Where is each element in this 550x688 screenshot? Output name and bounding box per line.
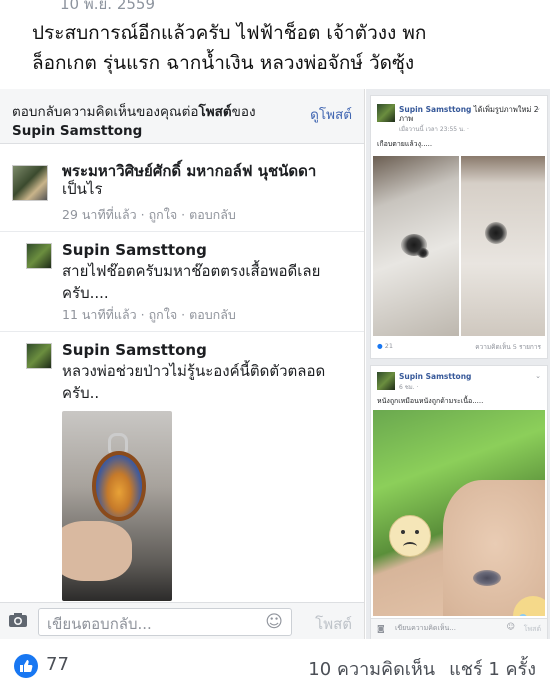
post-photo[interactable] (373, 410, 545, 616)
comment-text-line-1: สายไฟช๊อตครับมหาช๊อตตรงเสื้อพอดีเลย (62, 262, 321, 280)
camera-icon[interactable] (8, 612, 28, 628)
divider (0, 331, 364, 332)
avatar[interactable] (377, 372, 395, 390)
amulet-photo[interactable] (62, 411, 172, 601)
camera-icon[interactable]: ◙ (377, 624, 385, 633)
chevron-down-icon[interactable]: ⌄ (535, 104, 541, 112)
like-count[interactable]: 77 (46, 654, 69, 675)
comments-count[interactable]: 10 ความคิดเห็น (308, 659, 435, 680)
reaction-count[interactable]: ● 21 (377, 342, 393, 350)
like-icon[interactable] (14, 654, 38, 678)
burn-mark (485, 222, 507, 244)
comment-input[interactable]: เขียนความคิดเห็น... (395, 623, 456, 634)
reply-header-name: Supin Samsttong (12, 123, 143, 139)
post-time: เมื่อวานนี้ เวลา 23:55 น. · (399, 126, 469, 133)
reply-thread-screenshot: ตอบกลับความคิดเห็นของคุณต่อโพสต์ของ Supi… (0, 89, 365, 639)
avatar[interactable] (26, 343, 52, 369)
reply-header-text: ตอบกลับความคิดเห็นของคุณต่อโพสต์ของ Supi… (12, 104, 256, 139)
comment-composer: ◙ เขียนความคิดเห็น... ☺ โพสต์ (371, 618, 547, 639)
post-caption: ประสบการณ์อีกแล้วครับ ไฟฟ้าช็อต เจ้าตัวง… (32, 18, 532, 78)
avatar[interactable] (12, 165, 48, 201)
emoji-icon[interactable]: ☺ (507, 622, 515, 631)
top-cut-date: 10 พ.ย. 2559 (60, 0, 156, 13)
post-text: เกือบตายแล้วงุ..... (377, 140, 433, 148)
post-button[interactable]: โพสต์ (524, 624, 541, 635)
view-post-link[interactable]: ดูโพสต์ (310, 103, 352, 125)
reply-link[interactable]: ตอบกลับ (189, 207, 236, 222)
avatar[interactable] (377, 104, 395, 122)
chevron-down-icon[interactable]: ⌄ (535, 372, 541, 380)
reply-header: ตอบกลับความคิดเห็นของคุณต่อโพสต์ของ Supi… (0, 89, 364, 144)
post-stats: 10 ความคิดเห็น แชร์ 1 ครั้ง (294, 654, 536, 683)
engagement-bar: 77 10 ความคิดเห็น แชร์ 1 ครั้ง (0, 640, 550, 688)
bruise-mark (473, 570, 501, 586)
comment-count[interactable]: ความคิดเห็น 5 รายการ (475, 342, 541, 352)
comment-author[interactable]: Supin Samsttong (62, 241, 207, 259)
like-link[interactable]: ถูกใจ (149, 307, 178, 322)
reply-input[interactable]: เขียนตอบกลับ... ☺ (38, 608, 292, 636)
feed-screenshots: Supin Samsttong ได้เพิ่มรูปภาพใหม่ 2 ภาพ… (366, 89, 550, 639)
comment-meta: 11 นาทีที่แล้ว · ถูกใจ · ตอบกลับ (62, 307, 236, 322)
shares-count[interactable]: แชร์ 1 ครั้ง (449, 659, 536, 680)
comment-text: เป็นไร (62, 180, 103, 198)
reply-link[interactable]: ตอบกลับ (189, 307, 236, 322)
post-photo[interactable] (461, 156, 545, 336)
post-header: Supin Samsttong ได้เพิ่มรูปภาพใหม่ 2 (399, 105, 539, 114)
feed-post: Supin Samsttong ได้เพิ่มรูปภาพใหม่ 2 ภาพ… (370, 95, 548, 359)
comment-author[interactable]: Supin Samsttong (62, 341, 207, 359)
caption-line-1: ประสบการณ์อีกแล้วครับ ไฟฟ้าช็อต เจ้าตัวง… (32, 22, 427, 44)
post-text: หนังถูกเหมือนหนังถูกด้ามระเนื้อ..... (377, 397, 484, 405)
post-author[interactable]: Supin Samsttong (399, 372, 471, 381)
emoji-icon[interactable]: ☺ (265, 612, 283, 632)
post-button[interactable]: โพสต์ (315, 612, 352, 636)
feed-post: Supin Samsttong 6 ชม. · ⌄ หนังถูกเหมือนห… (370, 365, 548, 639)
comment-text-line-1: หลวงพ่อช่วยป่าวไม่รู้นะองค์นี้ติดตัวตลอด (62, 362, 326, 380)
divider (0, 231, 364, 232)
caption-line-2: ล็อกเกต รุ่นแรก ฉากน้ำเงิน หลวงพ่อจักษ์ … (32, 52, 415, 74)
locket-image (92, 451, 146, 521)
comment-text-line-2: ครับ.. (62, 384, 100, 402)
post-photo[interactable] (373, 156, 459, 336)
reply-composer: เขียนตอบกลับ... ☺ โพสต์ (0, 602, 364, 639)
post-time: 6 ชม. · (399, 384, 419, 391)
comment-meta: 29 นาทีที่แล้ว · ถูกใจ · ตอบกลับ (62, 207, 236, 222)
like-link[interactable]: ถูกใจ (149, 207, 178, 222)
reply-placeholder: เขียนตอบกลับ... (47, 615, 152, 633)
worried-face-sticker (389, 515, 431, 557)
comment-text-line-2: ครับ.... (62, 284, 109, 302)
avatar[interactable] (26, 243, 52, 269)
